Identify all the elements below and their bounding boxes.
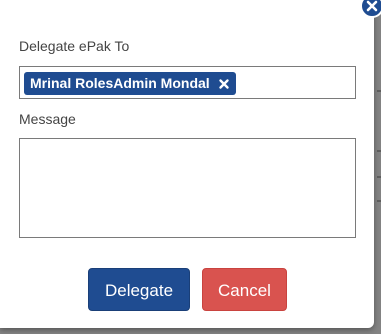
message-textarea[interactable] [19, 138, 356, 238]
remove-recipient-button[interactable] [218, 78, 230, 90]
recipient-chip: Mrinal RolesAdmin Mondal [24, 72, 236, 95]
close-button[interactable] [360, 0, 381, 18]
cancel-button[interactable]: Cancel [202, 268, 287, 311]
delegate-epak-dialog: Delegate ePak To Mrinal RolesAdmin Monda… [0, 0, 381, 328]
remove-icon [218, 79, 229, 89]
delegate-to-label: Delegate ePak To [19, 38, 130, 54]
delegate-recipient-field[interactable]: Mrinal RolesAdmin Mondal [19, 66, 356, 99]
recipient-chip-label: Mrinal RolesAdmin Mondal [30, 75, 210, 91]
background-text-fragment [377, 200, 381, 202]
background-text-fragment [377, 176, 381, 178]
close-icon [366, 0, 378, 12]
message-label: Message [19, 111, 76, 127]
background-text-fragment [377, 90, 381, 92]
background-text-fragment [377, 150, 381, 152]
delegate-button[interactable]: Delegate [88, 268, 190, 311]
